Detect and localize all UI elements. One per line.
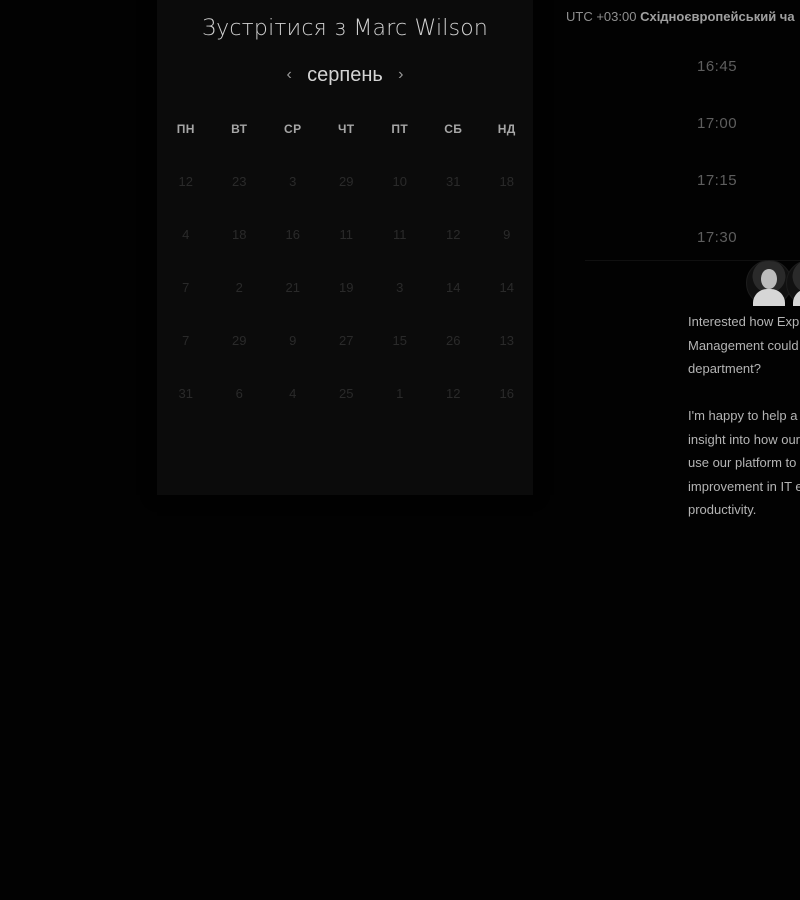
calendar-day: 26 <box>446 333 461 348</box>
calendar-day: 23 <box>232 174 247 189</box>
calendar-day: 14 <box>446 280 461 295</box>
calendar-day: 15 <box>392 333 407 348</box>
shoulders-icon <box>793 289 800 306</box>
description-paragraph: I'm happy to help a insight into how our… <box>688 404 800 522</box>
time-slot[interactable]: 16:45 <box>585 38 800 95</box>
calendar-day: 14 <box>499 280 514 295</box>
calendar-day: 29 <box>232 333 247 348</box>
weekday-label: ЧТ <box>337 122 355 136</box>
description-line: improvement in IT e <box>688 478 800 494</box>
calendar-day: 16 <box>285 227 300 242</box>
calendar-day: 25 <box>339 386 354 401</box>
calendar-day: 18 <box>499 174 514 189</box>
meeting-description: Interested how Exp Management could depa… <box>688 310 800 522</box>
calendar-day: 11 <box>339 227 354 242</box>
calendar-day-grid: 12 23 3 29 10 31 18 4 18 16 11 11 12 9 7… <box>159 155 535 420</box>
weekday-label: СБ <box>444 122 463 136</box>
calendar-day: 19 <box>339 280 354 295</box>
time-slot[interactable]: 17:15 <box>585 152 800 209</box>
timezone-offset: UTC +03:00 <box>566 9 637 24</box>
calendar-day: 4 <box>289 386 297 401</box>
weekday-label: СР <box>284 122 302 136</box>
weekday-label: ПТ <box>391 122 409 136</box>
scheduler-page: Зустрітися з Marc Wilson ‹ серпень › ПН … <box>0 0 800 900</box>
description-line: I'm happy to help a <box>688 408 798 423</box>
time-slot[interactable]: 17:00 <box>585 95 800 152</box>
calendar-day: 3 <box>289 174 297 189</box>
description-paragraph: Interested how Exp Management could depa… <box>688 310 800 381</box>
month-navigation: ‹ серпень › <box>157 62 533 88</box>
timezone-name: Східноєвропейський ча <box>640 9 795 24</box>
calendar-day: 29 <box>339 174 354 189</box>
calendar-day: 18 <box>232 227 247 242</box>
calendar-day: 9 <box>503 227 511 242</box>
meeting-title: Зустрітися з Marc Wilson <box>201 16 489 41</box>
weekday-label: ПН <box>176 122 195 136</box>
description-line: productivity. <box>688 502 757 517</box>
time-slot-list: 16:45 17:00 17:15 17:30 <box>585 38 800 266</box>
calendar-day: 12 <box>446 227 461 242</box>
chevron-right-icon[interactable]: › <box>391 62 411 88</box>
shoulders-icon <box>753 289 785 306</box>
calendar-day: 12 <box>446 386 461 401</box>
calendar-day: 7 <box>182 333 190 348</box>
calendar-day: 7 <box>182 280 190 295</box>
calendar-day: 31 <box>178 386 193 401</box>
description-line: insight into how our <box>688 431 800 447</box>
calendar-card: Зустрітися з Marc Wilson ‹ серпень › ПН … <box>157 0 533 495</box>
weekday-label: ВТ <box>231 122 248 136</box>
calendar-day: 11 <box>393 227 407 242</box>
weekday-label: НД <box>497 122 516 136</box>
calendar-day: 21 <box>285 280 300 295</box>
calendar-day: 10 <box>392 174 407 189</box>
description-line: Interested how Exp <box>688 314 800 329</box>
chevron-left-icon[interactable]: ‹ <box>279 62 299 88</box>
calendar-day: 27 <box>339 333 354 348</box>
face-icon <box>761 269 777 289</box>
calendar-day: 31 <box>446 174 461 189</box>
host-avatars <box>746 258 800 306</box>
description-line: Management could <box>688 337 799 353</box>
description-line: department? <box>688 361 761 376</box>
month-label: серпень <box>307 64 383 86</box>
calendar-day: 4 <box>182 227 190 242</box>
calendar-day: 13 <box>499 333 514 348</box>
calendar-day: 12 <box>178 174 193 189</box>
timezone-label[interactable]: UTC +03:00 Східноєвропейський ча <box>566 9 795 24</box>
calendar-day: 2 <box>235 280 243 295</box>
calendar-day: 3 <box>396 280 404 295</box>
calendar-day: 1 <box>396 386 404 401</box>
calendar-day: 9 <box>289 333 297 348</box>
description-line: use our platform to <box>688 455 797 470</box>
calendar-day: 16 <box>499 386 514 401</box>
avatar <box>786 260 800 306</box>
weekday-header: ПН ВТ СР ЧТ ПТ СБ НД <box>159 122 535 136</box>
calendar-day: 6 <box>235 386 243 401</box>
